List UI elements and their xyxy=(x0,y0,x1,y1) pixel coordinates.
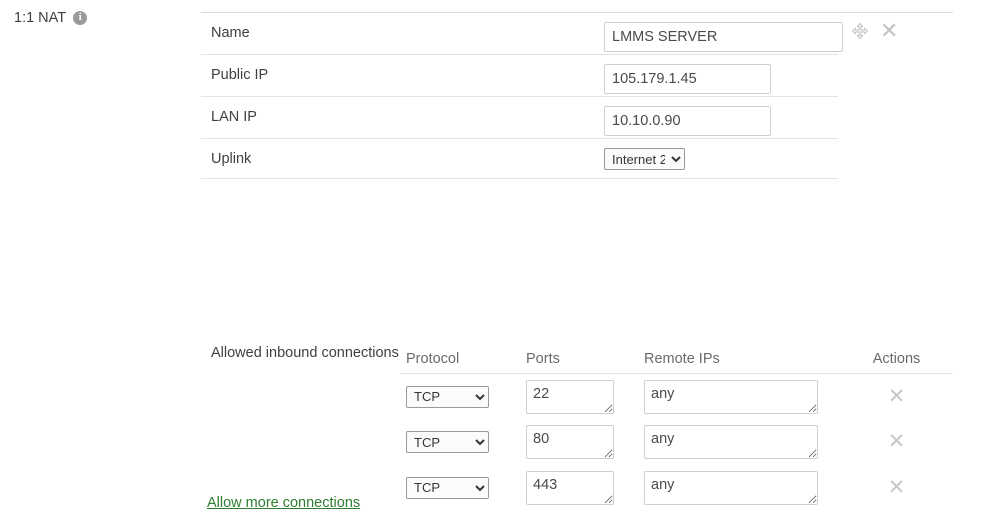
column-header-remote-ips: Remote IPs xyxy=(644,351,720,367)
remote-ips-input[interactable] xyxy=(644,379,818,414)
info-icon[interactable]: i xyxy=(73,11,88,26)
table-row: TCPUDPICMP pingAny ✕ xyxy=(400,374,953,420)
section-title: 1:1 NAT xyxy=(14,10,67,26)
ports-input[interactable] xyxy=(526,425,614,460)
field-lan-ip xyxy=(405,97,953,136)
table-body: TCPUDPICMP pingAny ✕ TCPUDPICMP pingAny ✕ TC… xyxy=(400,374,953,514)
label-allowed-inbound-connections: Allowed inbound connections xyxy=(211,345,399,361)
remote-ips-input[interactable] xyxy=(644,470,818,505)
protocol-select[interactable]: TCPUDPICMP pingAny xyxy=(406,385,489,408)
form-row-name: Name xyxy=(201,12,953,54)
remote-ips-input[interactable] xyxy=(644,425,818,460)
cell-ports xyxy=(526,379,644,414)
cell-protocol: TCPUDPICMP pingAny xyxy=(400,431,526,454)
section-header: 1:1 NAT i xyxy=(14,10,88,26)
form-row-public-ip: Public IP xyxy=(201,54,999,96)
delete-row-icon[interactable]: ✕ xyxy=(888,431,906,452)
nat-rule-form: Name Public IP LAN IP Uplink Internet 1I… xyxy=(201,12,999,511)
one-to-one-nat-panel: 1:1 NAT i ✕ Name Public IP LAN I xyxy=(0,0,999,514)
lan-ip-input[interactable] xyxy=(604,106,771,136)
cell-ports xyxy=(526,425,644,460)
table-row: TCPUDPICMP pingAny ✕ xyxy=(400,420,953,466)
table-header-row: Protocol Ports Remote IPs Actions xyxy=(400,343,953,374)
form-row-lan-ip: LAN IP xyxy=(201,96,999,138)
table-row: TCPUDPICMP pingAny ✕ xyxy=(400,465,953,511)
column-header-protocol: Protocol xyxy=(406,351,460,367)
label-uplink: Uplink xyxy=(211,151,252,167)
cell-remote-ips xyxy=(644,425,844,460)
cell-remote-ips xyxy=(644,379,844,414)
delete-row-icon[interactable]: ✕ xyxy=(888,386,906,407)
cell-ports xyxy=(526,470,644,505)
cell-actions: ✕ xyxy=(844,477,949,499)
label-public-ip: Public IP xyxy=(211,67,269,83)
table-row: TCPUDPICMP pingAny✕ xyxy=(400,511,953,514)
column-header-actions: Actions xyxy=(872,351,921,367)
label-name: Name xyxy=(211,25,250,41)
ports-input[interactable] xyxy=(526,470,614,505)
inbound-connections-table: Protocol Ports Remote IPs Actions TCPUDP… xyxy=(400,343,953,514)
cell-remote-ips xyxy=(644,470,844,505)
form-row-inbound-connections: Allowed inbound connections Protocol Por… xyxy=(201,178,999,511)
field-public-ip xyxy=(405,55,953,94)
cell-protocol: TCPUDPICMP pingAny xyxy=(400,385,526,408)
uplink-select[interactable]: Internet 1Internet 2 xyxy=(604,148,685,170)
field-name xyxy=(405,13,953,52)
cell-protocol: TCPUDPICMP pingAny xyxy=(400,476,526,499)
protocol-select[interactable]: TCPUDPICMP pingAny xyxy=(406,476,489,499)
field-uplink: Internet 1Internet 2 xyxy=(405,139,953,170)
ports-input[interactable] xyxy=(526,379,614,414)
public-ip-input[interactable] xyxy=(604,64,771,94)
column-header-ports: Ports xyxy=(526,351,560,367)
cell-actions: ✕ xyxy=(844,431,949,453)
delete-row-icon[interactable]: ✕ xyxy=(888,477,906,498)
name-input[interactable] xyxy=(604,22,843,52)
cell-actions: ✕ xyxy=(844,386,949,408)
allow-more-connections-link[interactable]: Allow more connections xyxy=(207,495,360,511)
protocol-select[interactable]: TCPUDPICMP pingAny xyxy=(406,431,489,454)
form-row-uplink: Uplink Internet 1Internet 2 xyxy=(201,138,999,178)
label-lan-ip: LAN IP xyxy=(211,109,257,125)
